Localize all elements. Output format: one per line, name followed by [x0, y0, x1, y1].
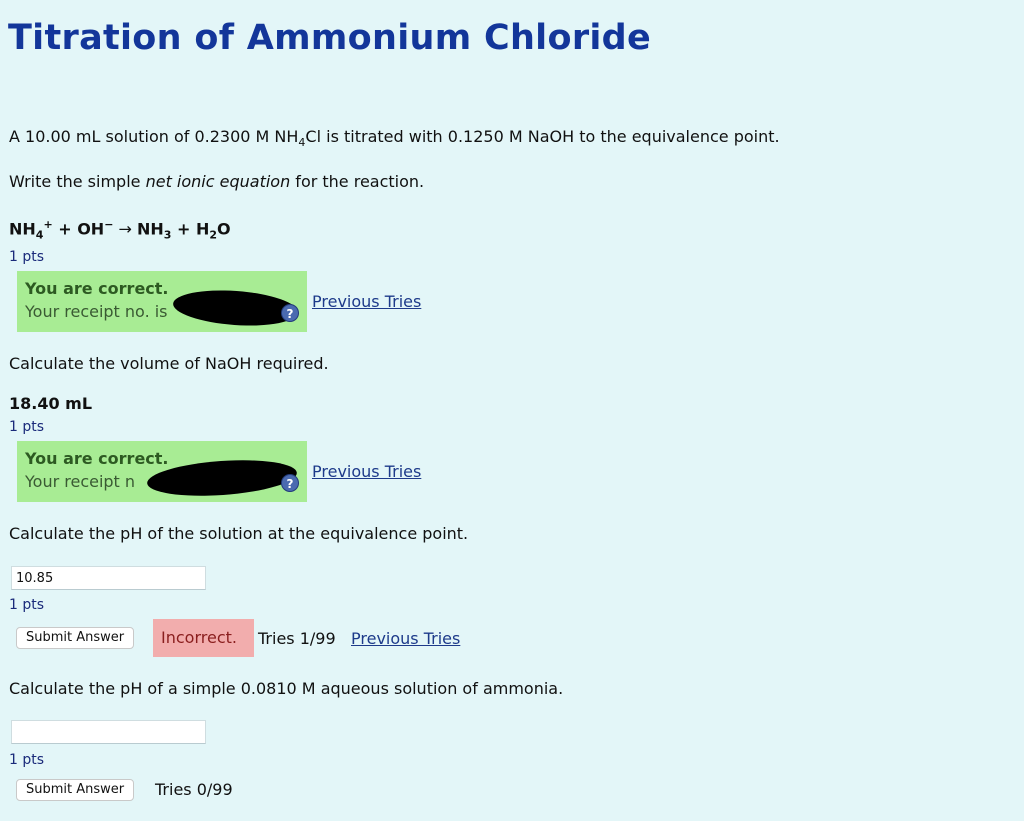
q3-points: 1 pts — [9, 597, 45, 613]
q4-answer-input[interactable] — [11, 720, 206, 744]
q4-tries-count: Tries 0/99 — [155, 780, 233, 799]
q3-submit-button[interactable]: Submit Answer — [16, 627, 135, 649]
q1-points: 1 pts — [9, 249, 45, 265]
redaction-mark — [171, 286, 300, 330]
problem-statement: A 10.00 mL solution of 0.2300 M NH4Cl is… — [9, 127, 780, 150]
q2-answer: 18.40 mL — [9, 394, 93, 413]
q2-feedback-correct: You are correct. Your receipt n ? — [17, 441, 307, 502]
q1-previous-tries-link[interactable]: Previous Tries — [312, 292, 421, 311]
q1-feedback-correct: You are correct. Your receipt no. is ? — [17, 271, 307, 332]
q2-feedback-receipt: Your receipt n — [25, 472, 136, 491]
q4-submit-button[interactable]: Submit Answer — [16, 779, 135, 801]
help-icon[interactable]: ? — [281, 474, 299, 492]
q3-status-incorrect: Incorrect. — [153, 619, 254, 657]
q2-points: 1 pts — [9, 419, 45, 435]
help-icon[interactable]: ? — [281, 304, 299, 322]
q2-previous-tries-link[interactable]: Previous Tries — [312, 462, 421, 481]
q1-feedback-title: You are correct. — [25, 279, 169, 298]
q3-previous-tries-link[interactable]: Previous Tries — [351, 629, 460, 648]
q2-feedback-title: You are correct. — [25, 449, 169, 468]
q2-prompt: Calculate the volume of NaOH required. — [9, 354, 329, 373]
q1-feedback-receipt: Your receipt no. is — [25, 302, 168, 321]
q3-answer-input[interactable] — [11, 566, 206, 590]
q4-points: 1 pts — [9, 752, 45, 768]
q1-answer-equation: NH4+ + OH− → NH3 + H2O — [9, 218, 231, 242]
page-title: Titration of Ammonium Chloride — [8, 18, 652, 58]
q3-prompt: Calculate the pH of the solution at the … — [9, 524, 469, 543]
q4-prompt: Calculate the pH of a simple 0.0810 M aq… — [9, 679, 564, 698]
q3-tries-count: Tries 1/99 — [258, 629, 336, 648]
q1-prompt: Write the simple net ionic equation for … — [9, 172, 425, 191]
